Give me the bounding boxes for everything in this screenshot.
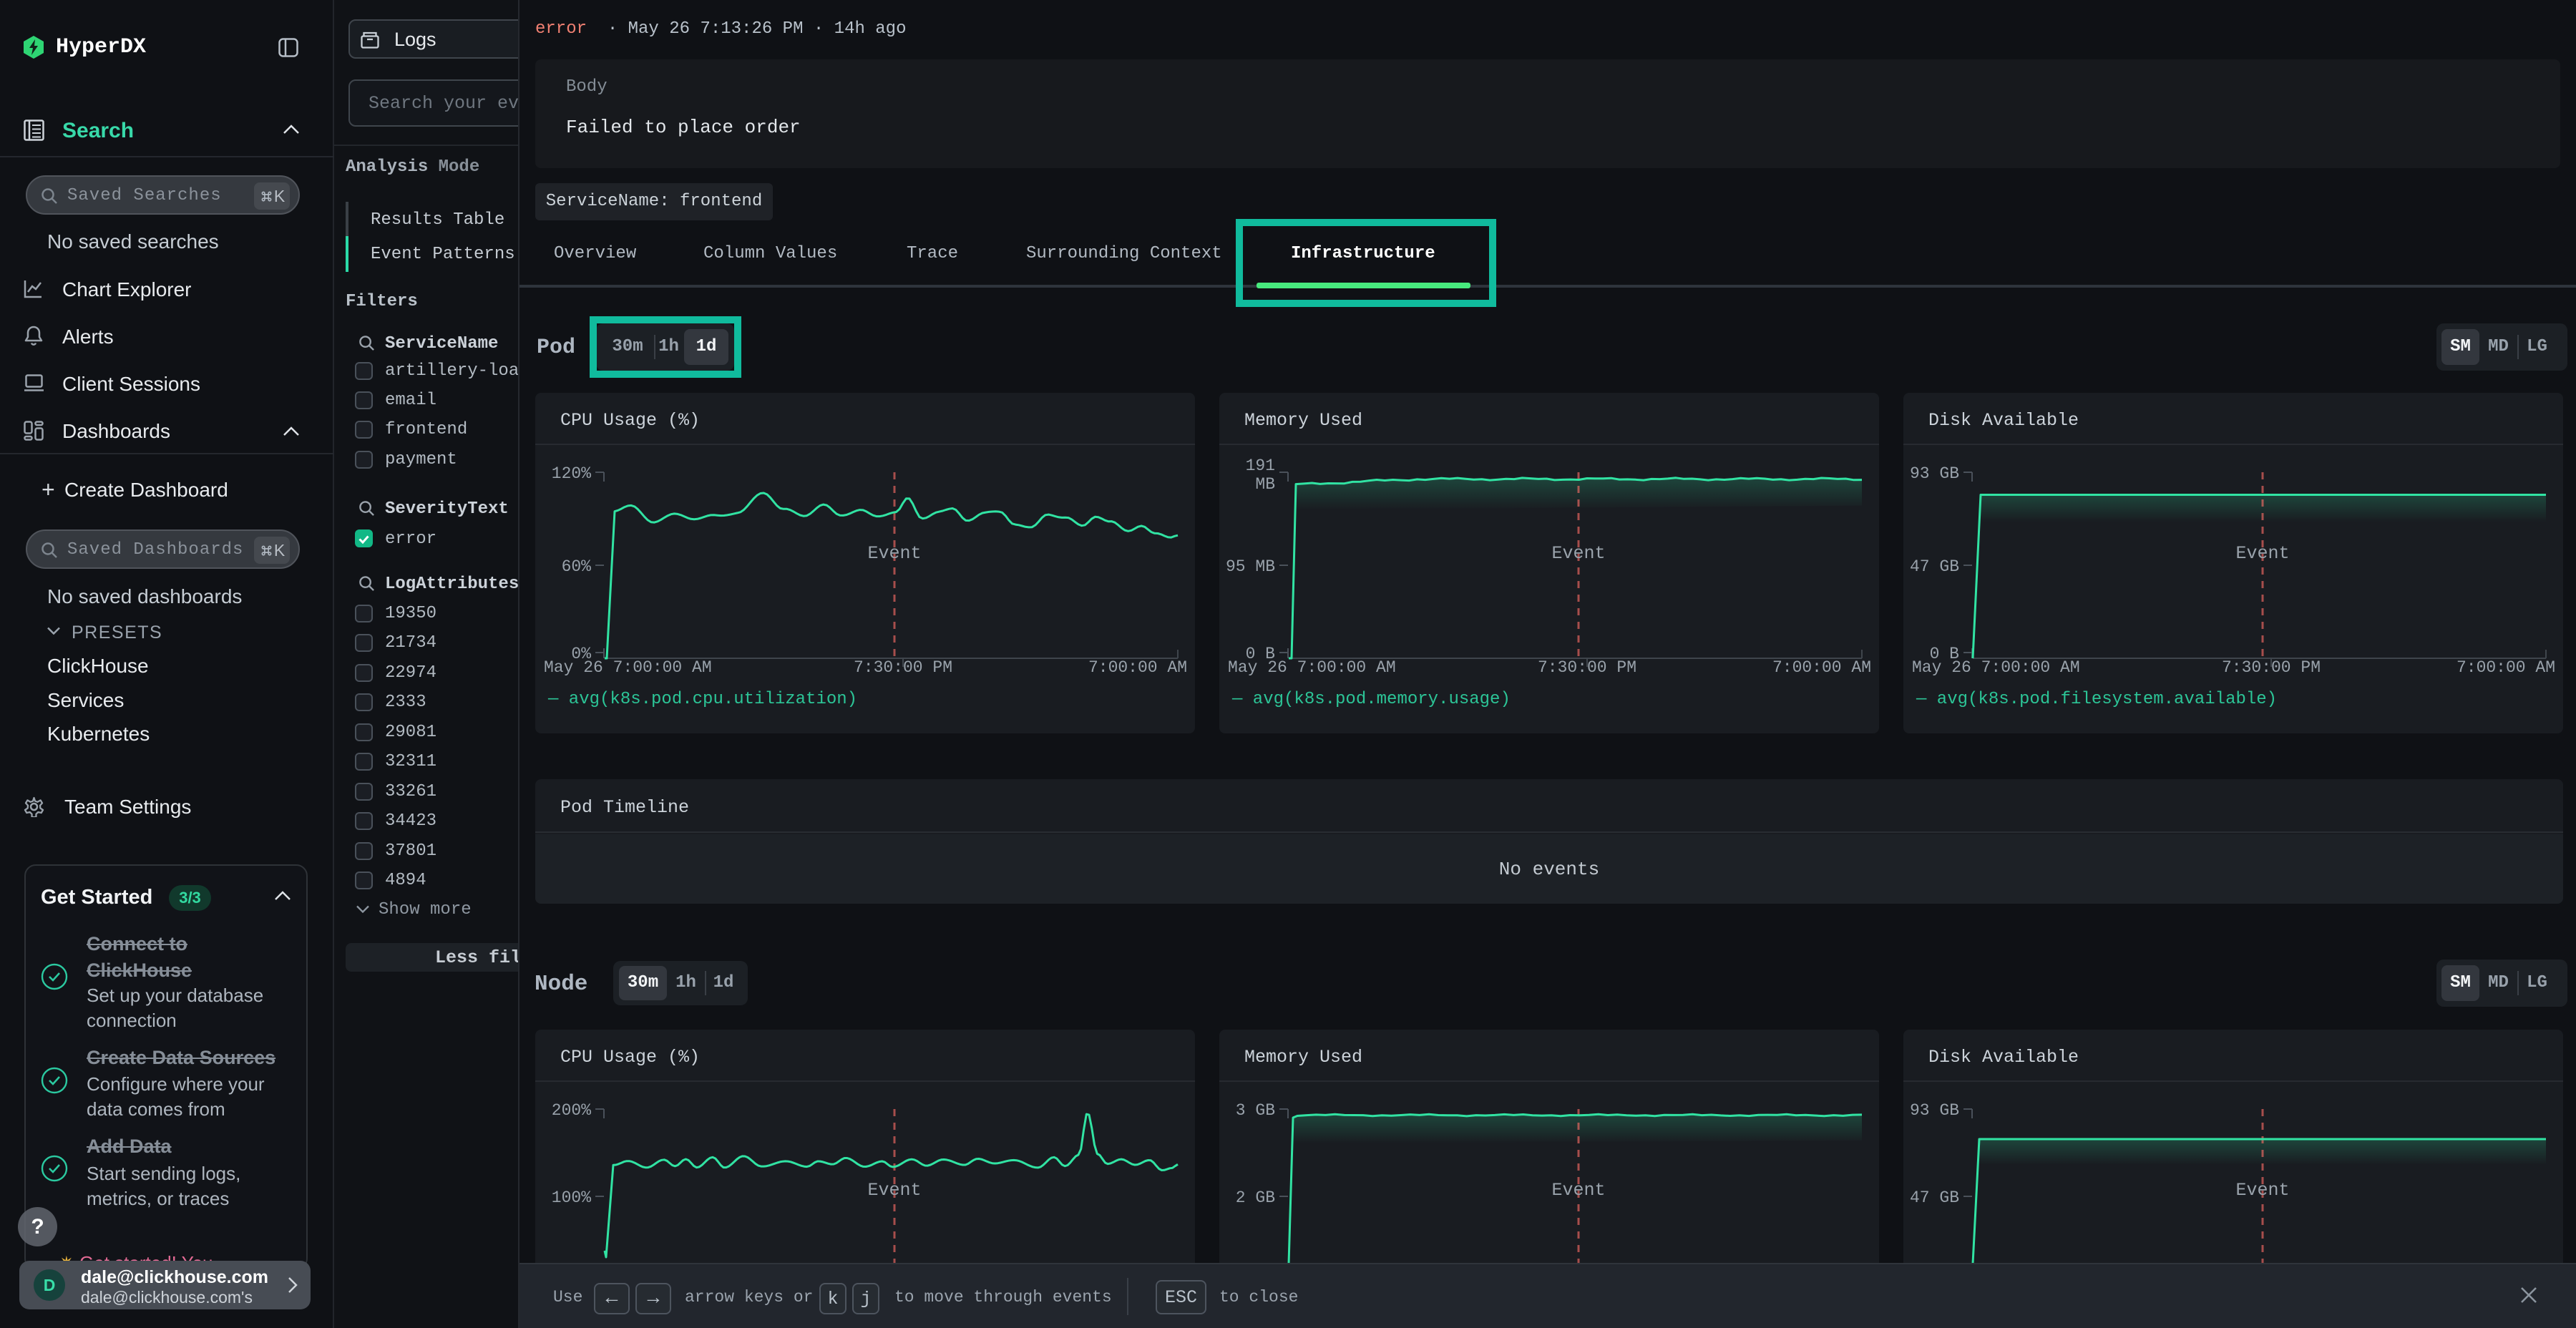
svg-text:Event: Event xyxy=(2235,543,2289,564)
svg-text:47 GB: 47 GB xyxy=(1910,557,1959,576)
svg-text:May 26 7:00:00 AM: May 26 7:00:00 AM xyxy=(544,658,712,677)
svg-text:95 MB: 95 MB xyxy=(1226,557,1275,576)
svg-text:191: 191 xyxy=(1246,456,1275,475)
svg-text:7:00:00 AM: 7:00:00 AM xyxy=(1772,658,1871,677)
svg-text:93 GB: 93 GB xyxy=(1910,464,1959,483)
svg-text:93 GB: 93 GB xyxy=(1910,1101,1959,1120)
svg-text:7:00:00 AM: 7:00:00 AM xyxy=(1088,658,1187,677)
svg-text:3 GB: 3 GB xyxy=(1236,1101,1275,1120)
svg-text:MB: MB xyxy=(1255,475,1275,494)
svg-text:7:30:00 PM: 7:30:00 PM xyxy=(854,658,952,677)
svg-text:120%: 120% xyxy=(552,464,591,483)
svg-text:May 26 7:00:00 AM: May 26 7:00:00 AM xyxy=(1912,658,2080,677)
svg-text:Event: Event xyxy=(1551,543,1605,564)
svg-text:7:00:00 AM: 7:00:00 AM xyxy=(2457,658,2555,677)
svg-text:100%: 100% xyxy=(552,1188,591,1207)
svg-text:Event: Event xyxy=(867,543,921,564)
svg-text:60%: 60% xyxy=(562,557,592,576)
svg-text:2 GB: 2 GB xyxy=(1236,1188,1275,1207)
svg-text:Event: Event xyxy=(2235,1180,2289,1201)
svg-text:7:30:00 PM: 7:30:00 PM xyxy=(2222,658,2321,677)
svg-text:Event: Event xyxy=(867,1180,921,1201)
svg-text:200%: 200% xyxy=(552,1101,591,1120)
svg-text:May 26 7:00:00 AM: May 26 7:00:00 AM xyxy=(1228,658,1396,677)
svg-text:47 GB: 47 GB xyxy=(1910,1188,1959,1207)
svg-text:7:30:00 PM: 7:30:00 PM xyxy=(1538,658,1636,677)
svg-text:Event: Event xyxy=(1551,1180,1605,1201)
